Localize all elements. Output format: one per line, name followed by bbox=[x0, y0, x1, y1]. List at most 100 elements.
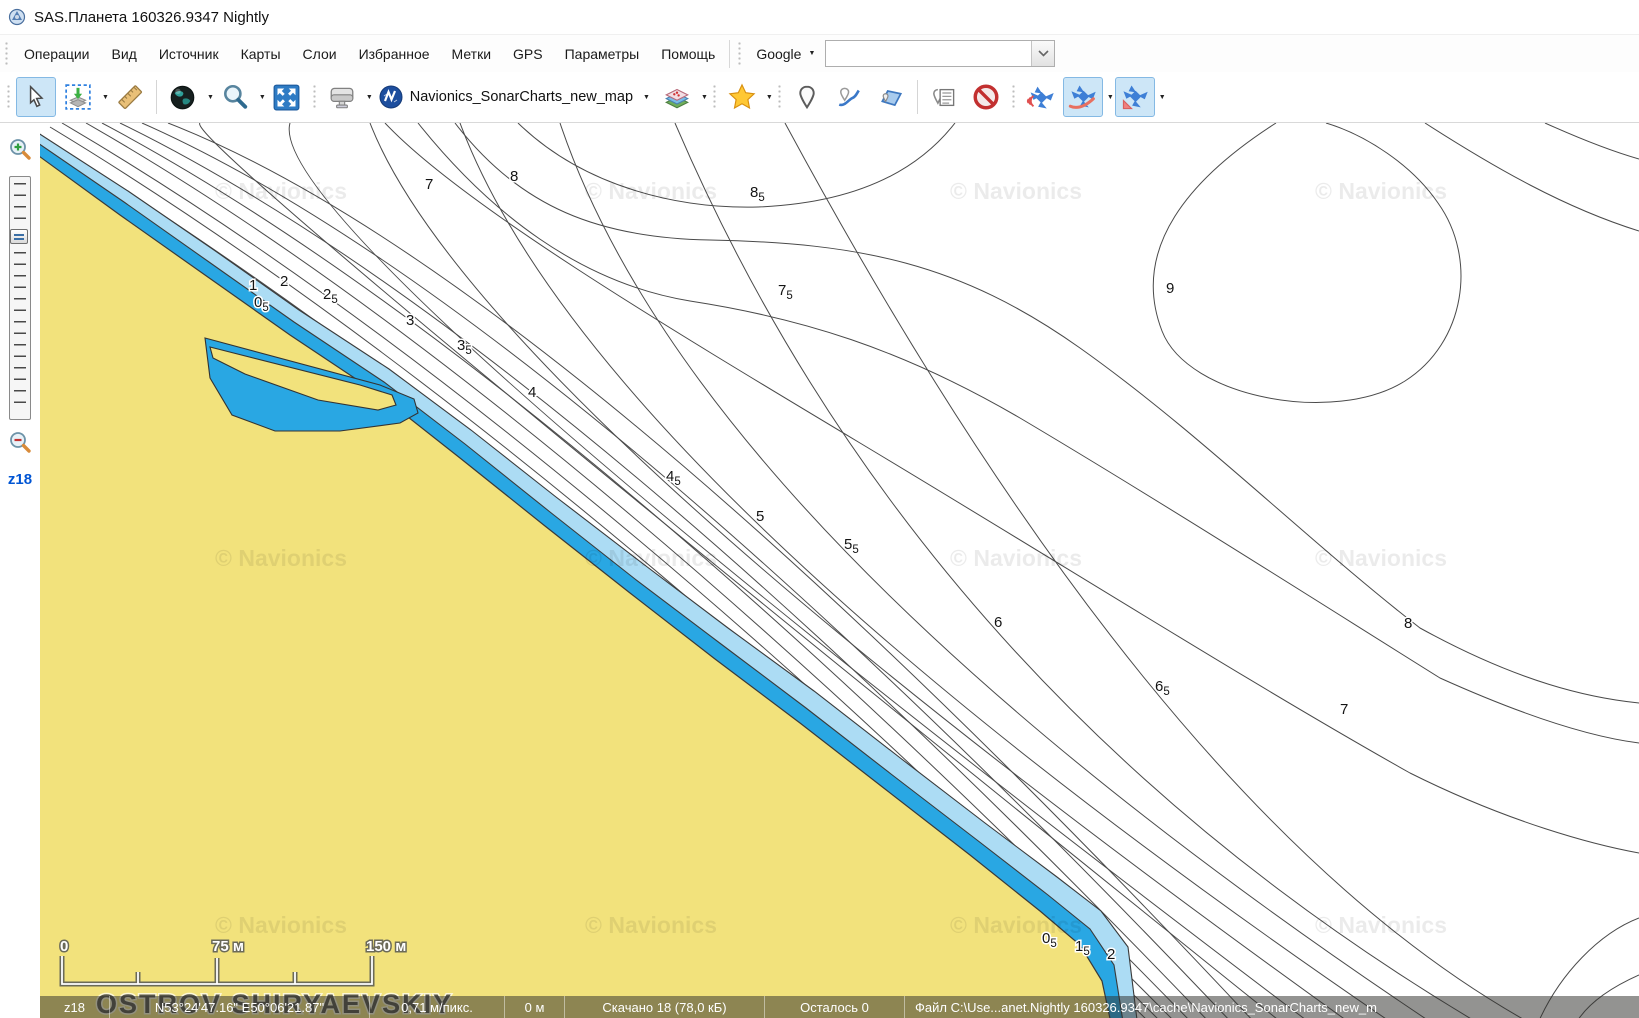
navionics-logo-icon bbox=[379, 85, 403, 109]
nav-tools-group: ▼ ▼ ▼ bbox=[15, 77, 308, 117]
star-icon bbox=[727, 82, 757, 112]
toolbar-grip[interactable] bbox=[737, 41, 742, 67]
menu-item-избранное[interactable]: Избранное bbox=[348, 40, 441, 68]
gps-track-button[interactable] bbox=[1063, 77, 1103, 117]
gps-connect-button[interactable] bbox=[1021, 77, 1061, 117]
depth-label: 1 bbox=[249, 277, 257, 294]
menu-item-помощь[interactable]: Помощь bbox=[650, 40, 726, 68]
depth-label: 7 bbox=[1340, 701, 1348, 718]
menu-item-параметры[interactable]: Параметры bbox=[554, 40, 651, 68]
chevron-down-icon[interactable]: ▼ bbox=[1107, 94, 1114, 101]
favorites-button[interactable] bbox=[722, 77, 762, 117]
zoom-slider-handle[interactable] bbox=[10, 229, 28, 244]
gps-follow-button[interactable] bbox=[1115, 77, 1155, 117]
status-segment-6: Файл C:\Use...anet.Nightly 160326.9347\c… bbox=[905, 996, 1639, 1018]
storage-device-icon bbox=[328, 83, 356, 111]
measure-ruler-button[interactable] bbox=[110, 77, 150, 117]
cache-storage-button[interactable] bbox=[322, 77, 362, 117]
navionics-watermark: © Navionics bbox=[950, 912, 1082, 938]
favorites-group: ▼ bbox=[721, 77, 773, 117]
menu-item-вид[interactable]: Вид bbox=[101, 40, 148, 68]
depth-label: 7 bbox=[425, 176, 433, 193]
chevron-down-icon: ▼ bbox=[643, 94, 650, 101]
status-segment-1: N53°24'47.16" E50°06'21.87" bbox=[110, 996, 370, 1018]
window-title: SAS.Планета 160326.9347 Nightly bbox=[34, 9, 269, 26]
depth-label: 8 bbox=[510, 168, 518, 185]
chevron-down-icon[interactable]: ▼ bbox=[701, 94, 708, 101]
map-canvas[interactable]: © Navionics © Navionics © Navionics © Navio… bbox=[40, 123, 1639, 1018]
map-source-label: Navionics_SonarCharts_new_map bbox=[410, 89, 633, 105]
map-source-selector[interactable]: Navionics_SonarCharts_new_map ▼ bbox=[373, 78, 656, 116]
map-source-group: ▼ Navionics_SonarCharts_new_map ▼ ▼ bbox=[321, 77, 708, 117]
main-area: z18 © Navionics© Navionics© Navionics© N… bbox=[0, 123, 1639, 1018]
toolbar-grip[interactable] bbox=[4, 41, 9, 67]
depth-label: 6 bbox=[994, 614, 1002, 631]
select-region-icon bbox=[64, 83, 92, 111]
navionics-watermark: © Navionics bbox=[585, 178, 717, 204]
status-segment-0: z18 bbox=[40, 996, 110, 1018]
depth-label: 5 bbox=[756, 508, 764, 525]
chevron-down-icon[interactable]: ▼ bbox=[207, 94, 214, 101]
placemark-manager-button[interactable] bbox=[924, 77, 964, 117]
magnifier-icon bbox=[221, 83, 249, 111]
placemark-list-icon bbox=[930, 84, 957, 111]
navionics-watermark: © Navionics bbox=[1315, 178, 1447, 204]
zoom-in-button[interactable] bbox=[8, 137, 32, 166]
search-input[interactable] bbox=[826, 41, 1031, 66]
chevron-down-icon[interactable]: ▼ bbox=[366, 94, 373, 101]
add-polygon-button[interactable] bbox=[871, 77, 911, 117]
no-entry-icon bbox=[972, 83, 1000, 111]
ruler-icon bbox=[116, 83, 144, 111]
navionics-watermark: © Navionics bbox=[215, 178, 347, 204]
menu-item-метки[interactable]: Метки bbox=[441, 40, 503, 68]
navionics-watermark: © Navionics bbox=[1315, 545, 1447, 571]
chevron-down-icon[interactable]: ▼ bbox=[259, 94, 266, 101]
gps-tools-group: ▼ ▼ bbox=[1020, 77, 1166, 117]
title-bar: SAS.Планета 160326.9347 Nightly bbox=[0, 0, 1639, 34]
toolbar-grip[interactable] bbox=[777, 84, 782, 110]
chevron-down-icon: ▼ bbox=[808, 50, 815, 57]
layers-button[interactable] bbox=[657, 77, 697, 117]
depth-label: 8 bbox=[1404, 615, 1412, 632]
menu-item-карты[interactable]: Карты bbox=[230, 40, 292, 68]
zoom-tool-button[interactable] bbox=[215, 77, 255, 117]
hide-marks-button[interactable] bbox=[966, 77, 1006, 117]
app-icon bbox=[8, 8, 26, 26]
menu-item-источник[interactable]: Источник bbox=[148, 40, 230, 68]
fullscreen-button[interactable] bbox=[267, 77, 307, 117]
selection-download-button[interactable] bbox=[58, 77, 98, 117]
toolbar-grip[interactable] bbox=[712, 84, 717, 110]
depth-label: 3 bbox=[406, 312, 414, 329]
globe-fullmap-button[interactable] bbox=[163, 77, 203, 117]
zoom-out-icon bbox=[8, 430, 32, 454]
search-combobox bbox=[825, 40, 1055, 67]
menu-item-слои[interactable]: Слои bbox=[292, 40, 348, 68]
geocoder-select[interactable]: Google ▼ bbox=[756, 46, 815, 62]
chevron-down-icon[interactable]: ▼ bbox=[102, 94, 109, 101]
cursor-icon bbox=[23, 84, 49, 110]
zoom-out-button[interactable] bbox=[8, 430, 32, 459]
add-path-button[interactable] bbox=[829, 77, 869, 117]
toolbar-grip[interactable] bbox=[312, 84, 317, 110]
chevron-down-icon[interactable]: ▼ bbox=[766, 94, 773, 101]
navionics-chart[interactable]: © Navionics © Navionics © Navionics © Navio… bbox=[40, 123, 1639, 1018]
zoom-slider[interactable] bbox=[9, 176, 31, 420]
chevron-down-icon[interactable]: ▼ bbox=[1159, 94, 1166, 101]
zoom-sidebar: z18 bbox=[0, 123, 41, 1018]
google-label[interactable]: Google bbox=[756, 46, 801, 62]
menu-item-операции[interactable]: Операции bbox=[13, 40, 101, 68]
toolbar-separator bbox=[917, 80, 918, 114]
menu-item-gps[interactable]: GPS bbox=[502, 40, 554, 68]
navionics-watermark: © Navionics bbox=[585, 545, 717, 571]
toolbar-grip[interactable] bbox=[1011, 84, 1016, 110]
search-dropdown-button[interactable] bbox=[1031, 41, 1054, 66]
pan-cursor-button[interactable] bbox=[16, 77, 56, 117]
navionics-watermark: © Navionics bbox=[585, 912, 717, 938]
zoom-level-label: z18 bbox=[8, 471, 32, 488]
add-placemark-button[interactable] bbox=[787, 77, 827, 117]
status-bar: z18N53°24'47.16" E50°06'21.87"0,71 м/пик… bbox=[40, 996, 1639, 1018]
navionics-watermark: © Navionics bbox=[950, 545, 1082, 571]
toolbar-grip[interactable] bbox=[6, 84, 11, 110]
gps-satellite-track-icon bbox=[1068, 82, 1098, 112]
depth-label: 9 bbox=[1166, 280, 1174, 297]
